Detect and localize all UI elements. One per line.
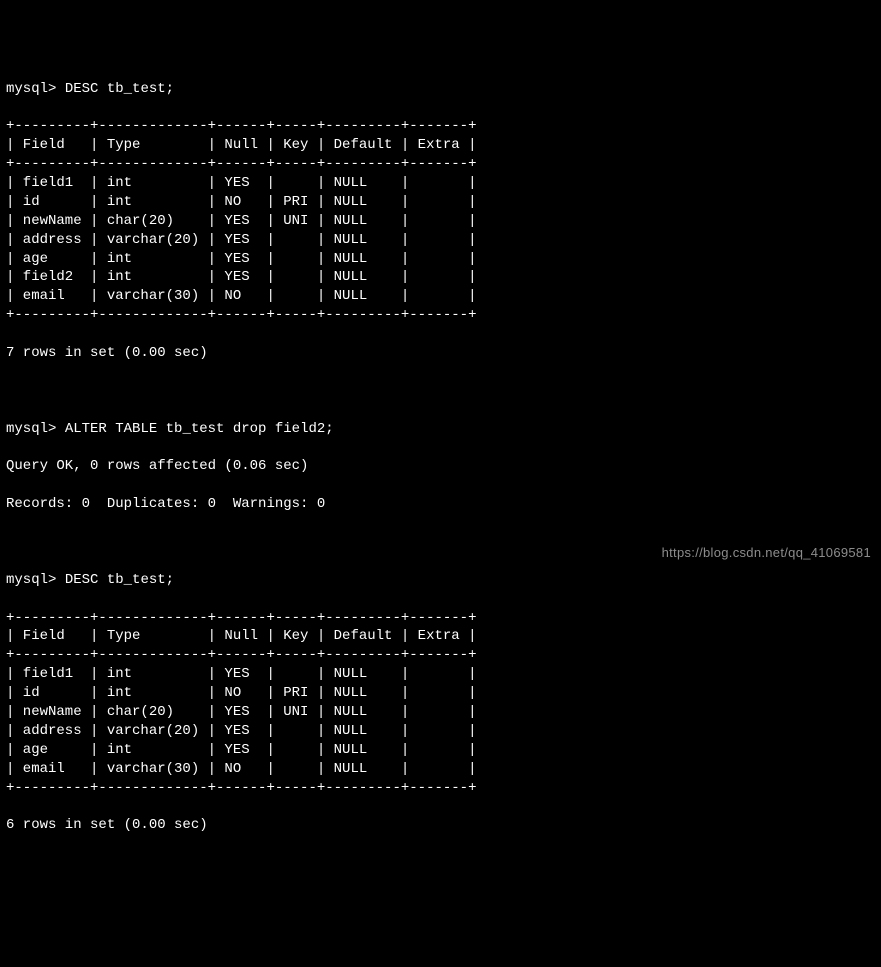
table-row: | address | varchar(20) | YES | | NULL |… (6, 231, 875, 250)
table-row: | age | int | YES | | NULL | | (6, 741, 875, 760)
table-row: | field1 | int | YES | | NULL | | (6, 174, 875, 193)
table-row: | id | int | NO | PRI | NULL | | (6, 193, 875, 212)
alter-result-1: Query OK, 0 rows affected (0.06 sec) (6, 457, 875, 476)
table-separator: +---------+-------------+------+-----+--… (6, 609, 875, 628)
table-row: | email | varchar(30) | NO | | NULL | | (6, 287, 875, 306)
table-separator: +---------+-------------+------+-----+--… (6, 646, 875, 665)
summary-1: 7 rows in set (0.00 sec) (6, 344, 875, 363)
prompt: mysql> (6, 421, 56, 437)
table-row: | newName | char(20) | YES | UNI | NULL … (6, 212, 875, 231)
sql-command: DESC tb_test; (65, 572, 174, 588)
table-row: | age | int | YES | | NULL | | (6, 250, 875, 269)
table-header-row: | Field | Type | Null | Key | Default | … (6, 136, 875, 155)
command-line-2: mysql> ALTER TABLE tb_test drop field2; (6, 420, 875, 439)
sql-command: DESC tb_test; (65, 81, 174, 97)
command-line-1: mysql> DESC tb_test; (6, 80, 875, 99)
table-row: | address | varchar(20) | YES | | NULL |… (6, 722, 875, 741)
blank-line (6, 382, 875, 401)
sql-command: ALTER TABLE tb_test drop field2; (65, 421, 334, 437)
table-separator: +---------+-------------+------+-----+--… (6, 117, 875, 136)
table-row: | id | int | NO | PRI | NULL | | (6, 684, 875, 703)
table-row: | field1 | int | YES | | NULL | | (6, 665, 875, 684)
table-row: | newName | char(20) | YES | UNI | NULL … (6, 703, 875, 722)
table-separator: +---------+-------------+------+-----+--… (6, 306, 875, 325)
table-row: | email | varchar(30) | NO | | NULL | | (6, 760, 875, 779)
desc-table-1: +---------+-------------+------+-----+--… (6, 117, 875, 325)
alter-result-2: Records: 0 Duplicates: 0 Warnings: 0 (6, 495, 875, 514)
desc-table-2: +---------+-------------+------+-----+--… (6, 609, 875, 798)
table-header-row: | Field | Type | Null | Key | Default | … (6, 627, 875, 646)
table-row: | field2 | int | YES | | NULL | | (6, 268, 875, 287)
table-separator: +---------+-------------+------+-----+--… (6, 155, 875, 174)
watermark: https://blog.csdn.net/qq_41069581 (662, 544, 871, 562)
prompt: mysql> (6, 81, 56, 97)
table-separator: +---------+-------------+------+-----+--… (6, 779, 875, 798)
summary-2: 6 rows in set (0.00 sec) (6, 816, 875, 835)
prompt: mysql> (6, 572, 56, 588)
